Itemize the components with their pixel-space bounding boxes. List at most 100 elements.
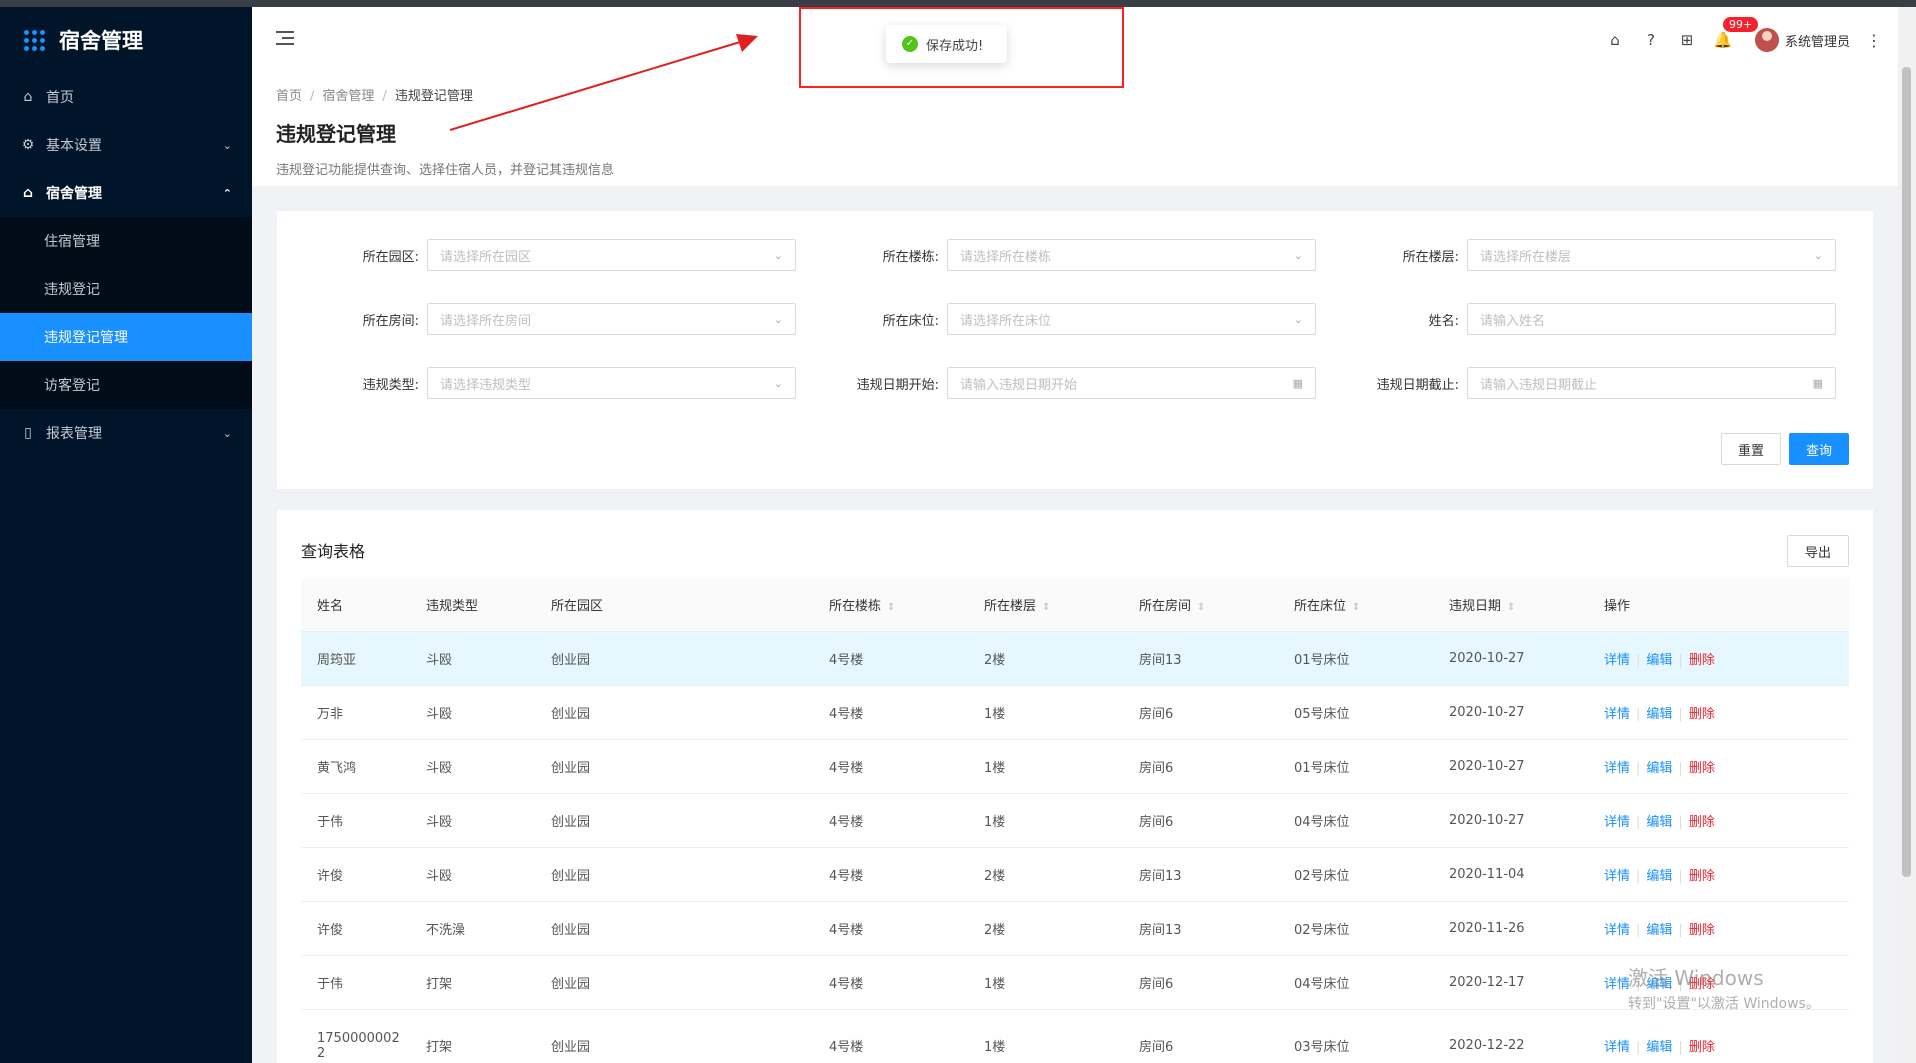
edit-link[interactable]: 编辑 bbox=[1646, 653, 1672, 668]
delete-link[interactable]: 删除 bbox=[1689, 1040, 1715, 1055]
start-date-input[interactable]: 请输入违规日期开始 ▦ bbox=[947, 367, 1316, 399]
table-cell: 创业园 bbox=[551, 707, 591, 722]
fullscreen-icon[interactable]: ⊞ bbox=[1669, 31, 1705, 49]
app-title: 宿舍管理 bbox=[59, 29, 143, 53]
menu-collapse-icon[interactable] bbox=[276, 31, 294, 45]
table-row[interactable]: 许俊 斗殴 创业园 4号楼 2楼 房间13 02号床位 2020-11-04 详情 | 编辑 | 删除 bbox=[301, 848, 1849, 902]
delete-link[interactable]: 删除 bbox=[1689, 761, 1715, 776]
action-divider: | bbox=[1636, 1040, 1641, 1055]
column-header: 姓名 bbox=[317, 599, 344, 614]
edit-link[interactable]: 编辑 bbox=[1646, 1040, 1672, 1055]
help-icon[interactable]: ? bbox=[1633, 31, 1669, 49]
query-button[interactable]: 查询 bbox=[1789, 433, 1849, 465]
column-header-sortable[interactable]: 所在床位 ⇕ bbox=[1278, 595, 1433, 614]
watermark-line1: 激活 Windows bbox=[1628, 966, 1764, 990]
detail-link[interactable]: 详情 bbox=[1604, 977, 1630, 992]
home-icon[interactable]: ⌂ bbox=[1597, 31, 1633, 49]
sidebar-item-violation-register[interactable]: 违规登记 bbox=[0, 265, 252, 313]
delete-link[interactable]: 删除 bbox=[1689, 653, 1715, 668]
sidebar-item-visitor-register[interactable]: 访客登记 bbox=[0, 361, 252, 409]
edit-link[interactable]: 编辑 bbox=[1646, 869, 1672, 884]
sidebar-item-reports[interactable]: ▯ 报表管理 ⌄ bbox=[0, 409, 252, 457]
floor-placeholder: 请选择所在楼层 bbox=[1480, 249, 1572, 265]
building-label: 所在楼栋: bbox=[882, 249, 939, 265]
delete-link[interactable]: 删除 bbox=[1689, 869, 1715, 884]
detail-link[interactable]: 详情 bbox=[1604, 923, 1630, 938]
table-cell: 创业园 bbox=[551, 815, 591, 830]
detail-link[interactable]: 详情 bbox=[1604, 815, 1630, 830]
breadcrumb-item-dorm[interactable]: 宿舍管理 bbox=[322, 89, 374, 104]
row-actions: 详情 | 编辑 | 删除 bbox=[1588, 757, 1849, 776]
column-header-sortable[interactable]: 所在房间 ⇕ bbox=[1123, 595, 1278, 614]
edit-link[interactable]: 编辑 bbox=[1646, 815, 1672, 830]
chevron-down-icon: ⌄ bbox=[222, 138, 232, 152]
vtype-field: 违规类型: 请选择违规类型 ⌄ bbox=[277, 367, 796, 399]
table-title: 查询表格 bbox=[301, 542, 366, 561]
detail-link[interactable]: 详情 bbox=[1604, 869, 1630, 884]
sidebar-item-basic-settings[interactable]: ⚙ 基本设置 ⌄ bbox=[0, 121, 252, 169]
column-header-sortable[interactable]: 所在楼层 ⇕ bbox=[968, 595, 1123, 614]
table-cell: 于伟 bbox=[317, 815, 344, 830]
park-field: 所在园区: 请选择所在园区 ⌄ bbox=[277, 239, 796, 271]
delete-link[interactable]: 删除 bbox=[1689, 923, 1715, 938]
column-header-sortable[interactable]: 所在楼栋 ⇕ bbox=[813, 595, 968, 614]
export-button[interactable]: 导出 bbox=[1787, 535, 1849, 567]
window-top-strip bbox=[0, 0, 1916, 7]
table-cell: 创业园 bbox=[551, 1040, 591, 1055]
detail-link[interactable]: 详情 bbox=[1604, 1040, 1630, 1055]
table-cell: 01号床位 bbox=[1294, 653, 1350, 668]
table-cell: 04号床位 bbox=[1294, 977, 1350, 992]
watermark-line2: 转到"设置"以激活 Windows。 bbox=[1628, 996, 1820, 1012]
table-cell: 2020-12-17 bbox=[1449, 975, 1525, 990]
start-date-field: 违规日期开始: 请输入违规日期开始 ▦ bbox=[797, 367, 1316, 399]
park-select[interactable]: 请选择所在园区 ⌄ bbox=[427, 239, 796, 271]
end-date-input[interactable]: 请输入违规日期截止 ▦ bbox=[1467, 367, 1836, 399]
sidebar-item-lodging[interactable]: 住宿管理 bbox=[0, 217, 252, 265]
action-divider: | bbox=[1678, 815, 1683, 830]
name-input[interactable]: 请输入姓名 bbox=[1467, 303, 1836, 335]
start-date-placeholder: 请输入违规日期开始 bbox=[960, 377, 1078, 393]
sidebar-item-home[interactable]: ⌂ 首页 bbox=[0, 73, 252, 121]
scrollbar-thumb[interactable] bbox=[1902, 67, 1911, 877]
table-row[interactable]: 于伟 斗殴 创业园 4号楼 1楼 房间6 04号床位 2020-10-27 详情 | 编辑 | 删除 bbox=[301, 794, 1849, 848]
table-cell: 创业园 bbox=[551, 977, 591, 992]
delete-link[interactable]: 删除 bbox=[1689, 707, 1715, 722]
report-icon: ▯ bbox=[24, 425, 32, 441]
column-header-sortable[interactable]: 违规日期 ⇕ bbox=[1433, 595, 1588, 614]
table-cell: 04号床位 bbox=[1294, 815, 1350, 830]
table-row[interactable]: 黄飞鸿 斗殴 创业园 4号楼 1楼 房间6 01号床位 2020-10-27 详情 | 编辑 | 删除 bbox=[301, 740, 1849, 794]
page-scrollbar[interactable] bbox=[1898, 7, 1916, 1063]
breadcrumb-item-home[interactable]: 首页 bbox=[276, 89, 302, 104]
sidebar-item-dorm-management[interactable]: ⌂ 宿舍管理 ⌃ bbox=[0, 169, 252, 217]
table-row[interactable]: 万非 斗殴 创业园 4号楼 1楼 房间6 05号床位 2020-10-27 详情 | 编辑 | 删除 bbox=[301, 686, 1849, 740]
table-row[interactable]: 1750000002 2 打架 创业园 4号楼 1楼 房间6 03号床位 2020-12-22… bbox=[301, 1010, 1849, 1063]
sort-icon: ⇕ bbox=[1197, 602, 1206, 613]
user-menu[interactable]: 系统管理员 bbox=[1754, 28, 1850, 52]
table-row[interactable]: 周筠亚 斗殴 创业园 4号楼 2楼 房间13 01号床位 2020-10-27 详情 | 编辑 | 删除 bbox=[301, 632, 1849, 686]
bed-select[interactable]: 请选择所在床位 ⌄ bbox=[947, 303, 1316, 335]
table-cell: 周筠亚 bbox=[317, 653, 357, 668]
table-cell: 斗殴 bbox=[426, 653, 453, 668]
table-row[interactable]: 于伟 打架 创业园 4号楼 1楼 房间6 04号床位 2020-12-17 详情 | 编辑 | 删除 bbox=[301, 956, 1849, 1010]
room-label: 所在房间: bbox=[362, 313, 419, 329]
edit-link[interactable]: 编辑 bbox=[1646, 761, 1672, 776]
room-select[interactable]: 请选择所在房间 ⌄ bbox=[427, 303, 796, 335]
floor-select[interactable]: 请选择所在楼层 ⌄ bbox=[1467, 239, 1836, 271]
detail-link[interactable]: 详情 bbox=[1604, 707, 1630, 722]
building-select[interactable]: 请选择所在楼栋 ⌄ bbox=[947, 239, 1316, 271]
edit-link[interactable]: 编辑 bbox=[1646, 707, 1672, 722]
detail-link[interactable]: 详情 bbox=[1604, 653, 1630, 668]
vtype-select[interactable]: 请选择违规类型 ⌄ bbox=[427, 367, 796, 399]
end-date-label: 违规日期截止: bbox=[1376, 377, 1459, 393]
reset-button[interactable]: 重置 bbox=[1721, 433, 1781, 465]
name-label: 姓名: bbox=[1428, 313, 1459, 329]
detail-link[interactable]: 详情 bbox=[1604, 761, 1630, 776]
avatar bbox=[1754, 28, 1779, 52]
bell-icon[interactable]: 🔔 99+ bbox=[1705, 17, 1759, 49]
delete-link[interactable]: 删除 bbox=[1689, 815, 1715, 830]
edit-link[interactable]: 编辑 bbox=[1646, 923, 1672, 938]
table-row[interactable]: 许俊 不洗澡 创业园 4号楼 2楼 房间13 02号床位 2020-11-26 详情 | 编辑 | 删除 bbox=[301, 902, 1849, 956]
more-icon[interactable]: ⋮ bbox=[1866, 31, 1882, 50]
sidebar-item-violation-management[interactable]: 违规登记管理 bbox=[0, 313, 252, 361]
sidebar-item-label: 违规登记管理 bbox=[44, 330, 128, 346]
